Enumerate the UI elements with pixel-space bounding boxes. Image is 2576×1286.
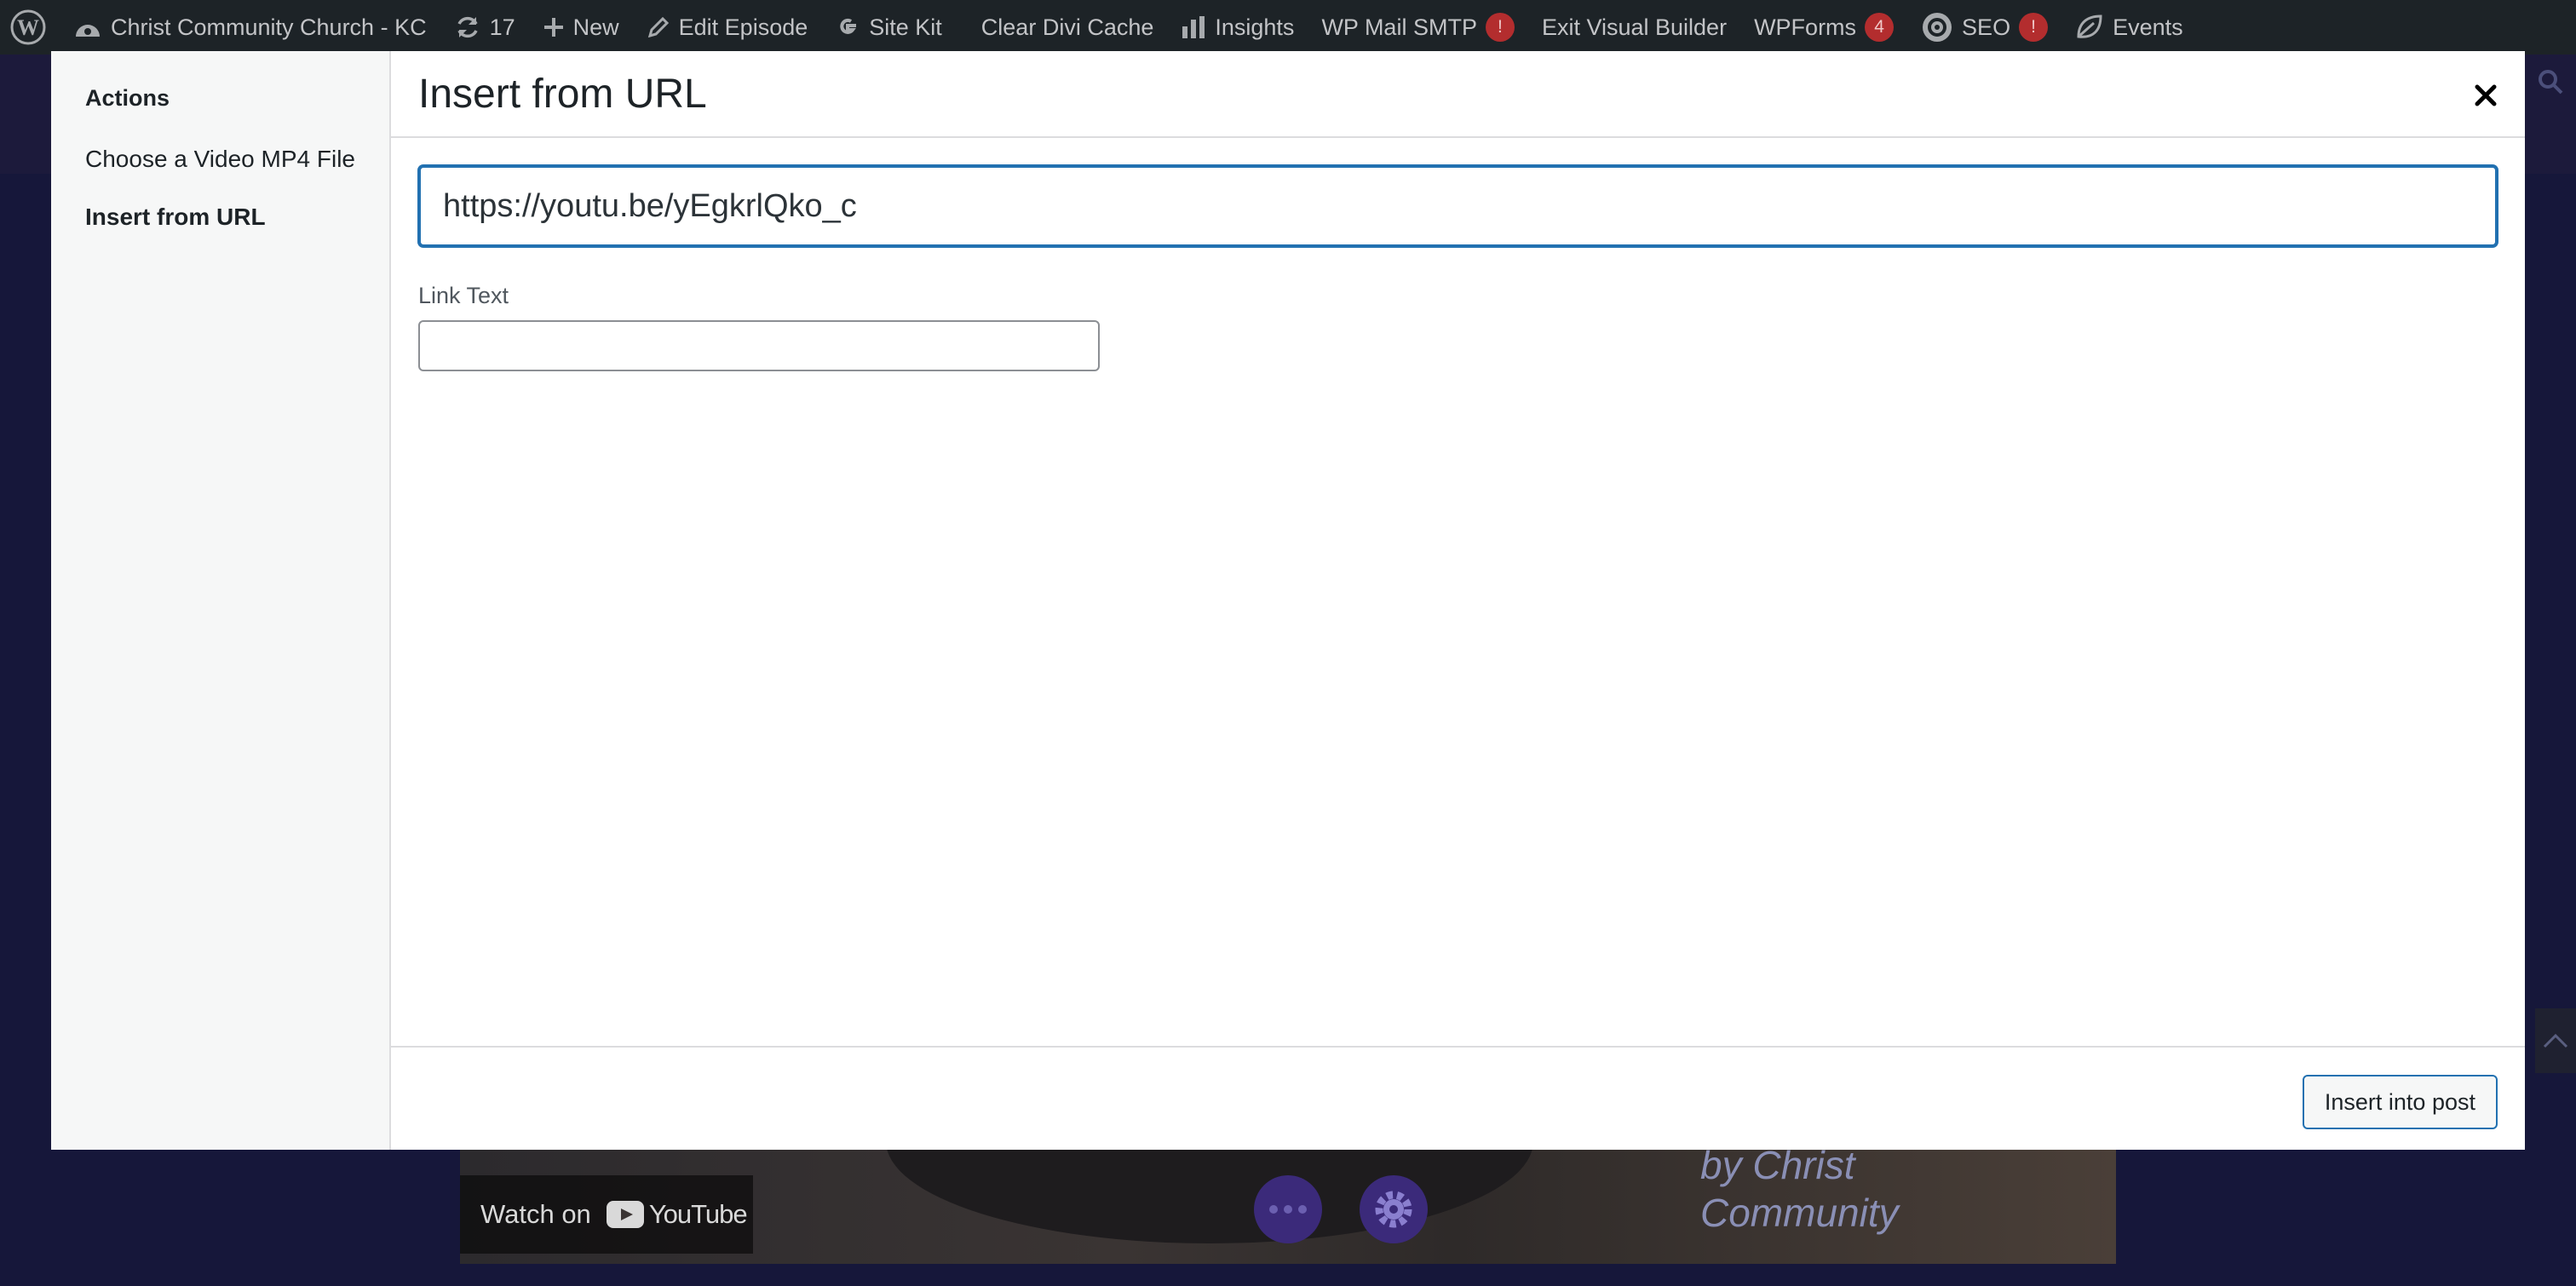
plus-icon xyxy=(543,18,563,37)
edit-episode-label: Edit Episode xyxy=(678,14,808,40)
close-modal-button[interactable] xyxy=(2467,77,2504,114)
seo-label: SEO xyxy=(1962,14,2011,40)
media-modal: Actions Choose a Video MP4 File Insert f… xyxy=(51,51,2525,1150)
chevron-up-icon xyxy=(2543,1033,2568,1048)
gear-icon xyxy=(1375,1191,1412,1228)
link-text-input[interactable] xyxy=(418,320,1100,371)
edit-episode-link[interactable]: Edit Episode xyxy=(633,0,822,55)
bar-chart-icon xyxy=(1182,16,1205,38)
dashboard-icon xyxy=(76,25,100,37)
modal-title-bar: Insert from URL xyxy=(391,51,2525,138)
site-kit-link[interactable]: Site Kit xyxy=(821,0,956,55)
site-name-link[interactable]: Christ Community Church - KC xyxy=(60,0,440,55)
embed-url-input[interactable] xyxy=(418,165,2498,247)
events-label: Events xyxy=(2113,14,2183,40)
sidebar-item-insert-from-url[interactable]: Insert from URL xyxy=(85,202,355,233)
events-link[interactable]: Events xyxy=(2061,0,2197,55)
insights-link[interactable]: Insights xyxy=(1167,0,1308,55)
updates-count: 17 xyxy=(489,14,515,40)
seo-link[interactable]: SEO ! xyxy=(1907,0,2061,55)
svg-text:W: W xyxy=(17,15,39,40)
modal-title: Insert from URL xyxy=(418,71,707,117)
exit-visual-builder-link[interactable]: Exit Visual Builder xyxy=(1528,0,1740,55)
scroll-to-top-button[interactable] xyxy=(2535,1008,2576,1073)
modal-footer: Insert into post xyxy=(391,1046,2525,1150)
site-name-label: Christ Community Church - KC xyxy=(111,14,427,40)
insights-label: Insights xyxy=(1215,14,1295,40)
wordpress-icon: W xyxy=(10,9,46,45)
watch-on-label: Watch on xyxy=(480,1199,591,1229)
video-overlay-text: by Christ Community xyxy=(1700,1143,1899,1235)
search-icon xyxy=(2539,70,2563,95)
wp-mail-smtp-label: WP Mail SMTP xyxy=(1321,14,1477,40)
ellipsis-icon xyxy=(1269,1205,1307,1214)
wordpress-logo-button[interactable]: W xyxy=(0,0,60,55)
google-g-icon xyxy=(840,18,857,34)
video-frame-shape xyxy=(886,1141,1533,1243)
youtube-logo: YouTube xyxy=(606,1199,748,1230)
wp-mail-smtp-alert-badge: ! xyxy=(1485,13,1515,42)
wpforms-count-badge: 4 xyxy=(1865,13,1895,42)
new-label: New xyxy=(572,14,619,40)
pencil-icon xyxy=(647,16,669,38)
close-icon xyxy=(2475,84,2497,106)
admin-bar: W Christ Community Church - KC 17 New Ed… xyxy=(0,0,2576,55)
new-content-link[interactable]: New xyxy=(529,0,633,55)
youtube-play-icon xyxy=(606,1201,644,1228)
insert-into-post-button[interactable]: Insert into post xyxy=(2302,1075,2498,1129)
youtube-label: YouTube xyxy=(648,1199,748,1229)
link-text-label: Link Text xyxy=(418,283,509,308)
wp-mail-smtp-link[interactable]: WP Mail SMTP ! xyxy=(1308,0,1528,55)
divi-more-options-button[interactable] xyxy=(1254,1175,1322,1243)
clear-divi-cache-link[interactable]: Clear Divi Cache xyxy=(956,0,1168,55)
media-modal-content: Insert from URL Link Text Insert into po… xyxy=(391,51,2525,1150)
media-modal-sidebar: Actions Choose a Video MP4 File Insert f… xyxy=(51,51,391,1150)
clear-divi-cache-label: Clear Divi Cache xyxy=(980,14,1154,40)
sidebar-item-choose-video[interactable]: Choose a Video MP4 File xyxy=(85,144,355,175)
wpforms-link[interactable]: WPForms 4 xyxy=(1740,0,1907,55)
updates-link[interactable]: 17 xyxy=(440,0,529,55)
calendar-leaf-icon xyxy=(2077,14,2102,38)
watch-on-youtube-button[interactable]: Watch on YouTube xyxy=(460,1175,753,1254)
actions-heading: Actions xyxy=(85,85,170,111)
wpforms-label: WPForms xyxy=(1754,14,1857,40)
seo-alert-badge: ! xyxy=(2019,13,2049,42)
seo-gear-icon xyxy=(1923,13,1952,42)
divi-settings-button[interactable] xyxy=(1360,1175,1428,1243)
refresh-icon xyxy=(457,16,478,38)
exit-visual-builder-label: Exit Visual Builder xyxy=(1541,14,1728,40)
header-search-button[interactable] xyxy=(2537,68,2564,100)
site-kit-label: Site Kit xyxy=(869,14,942,40)
